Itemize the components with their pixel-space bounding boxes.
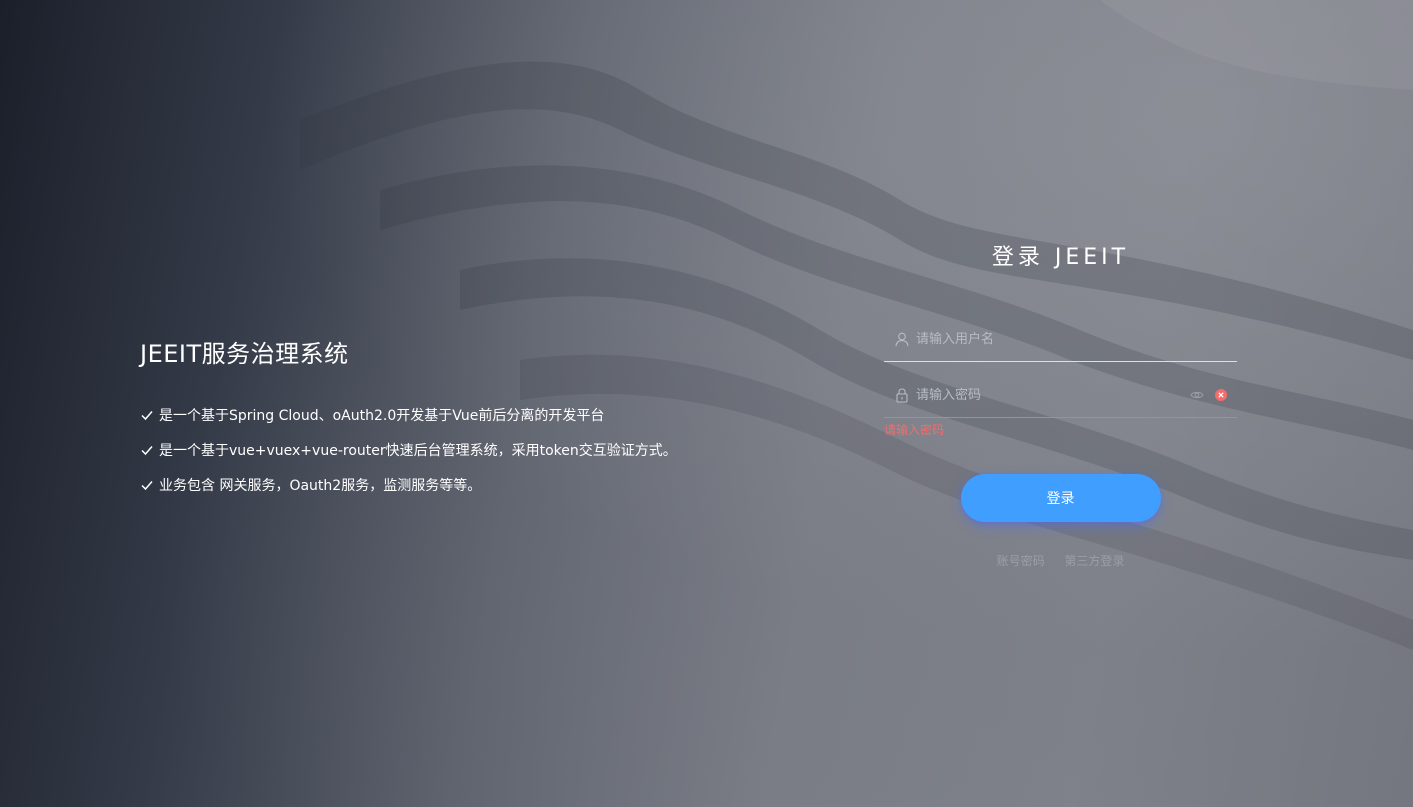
password-suffix [1190,388,1227,402]
feature-text: 业务包含 网关服务，Oauth2服务，监测服务等等。 [159,478,482,494]
feature-item: 业务包含 网关服务，Oauth2服务，监测服务等等。 [140,475,677,495]
login-button[interactable]: 登录 [960,474,1161,522]
password-input[interactable] [916,380,1190,410]
login-form: 登录 JEEIT 请输入用户名 请输入密码 登录 账号密码 第三方登录 [884,238,1237,569]
intro-panel: JEEIT服务治理系统 是一个基于Spring Cloud、oAuth2.0开发… [140,334,677,510]
check-icon [141,446,153,456]
password-error: 请输入密码 [884,423,945,437]
clear-icon[interactable] [1215,389,1227,401]
password-field [884,373,1237,418]
username-field [884,317,1237,362]
feature-item: 是一个基于vue+vuex+vue-router快速后台管理系统，采用token… [140,440,677,460]
eye-icon[interactable] [1190,388,1204,402]
login-title: 登录 JEEIT [991,245,1130,270]
user-icon [895,332,909,347]
login-method-links: 账号密码 第三方登录 [884,552,1237,569]
login-page: JEEIT服务治理系统 是一个基于Spring Cloud、oAuth2.0开发… [0,0,1413,807]
username-input[interactable] [916,324,1237,354]
system-title: JEEIT服务治理系统 [140,340,349,368]
check-icon [141,411,153,421]
feature-text: 是一个基于vue+vuex+vue-router快速后台管理系统，采用token… [159,443,677,459]
lock-icon [896,388,908,403]
third-party-login-link[interactable]: 第三方登录 [1064,554,1124,568]
account-password-link[interactable]: 账号密码 [997,554,1045,568]
feature-text: 是一个基于Spring Cloud、oAuth2.0开发基于Vue前后分离的开发… [159,408,605,424]
check-icon [141,481,153,491]
feature-item: 是一个基于Spring Cloud、oAuth2.0开发基于Vue前后分离的开发… [140,405,677,425]
